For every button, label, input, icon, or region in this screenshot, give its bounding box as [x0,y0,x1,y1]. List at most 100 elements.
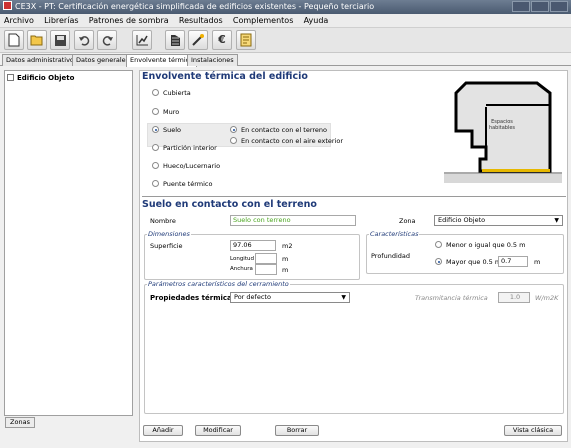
tab-datos-administrativos[interactable]: Datos administrativos [2,54,82,66]
radio-circle [152,126,159,133]
diagram-highlighted-floor [482,169,550,172]
tab-datos-generales[interactable]: Datos generales [72,54,134,66]
menu-complementos[interactable]: Complementos [229,14,297,28]
open-button[interactable] [27,30,47,50]
classic-view-button[interactable]: Vista clásica [504,425,562,436]
title-bar: CE3X - PT: Certificación energética simp… [0,0,571,14]
building-button[interactable] [165,30,185,50]
tree-item-edificio-objeto[interactable]: Edificio Objeto [7,74,74,82]
radio-label: Suelo [163,126,182,134]
toolbar: € [0,28,571,53]
radio-circle [152,89,159,96]
caracteristicas-legend: Características [369,230,420,238]
zonas-button[interactable]: Zonas [5,417,35,428]
radio-label: Muro [163,108,180,116]
radio-puente-termico[interactable]: Puente térmico [152,180,212,188]
save-button[interactable] [50,30,70,50]
menu-ayuda[interactable]: Ayuda [300,14,333,28]
radio-profundidad-mayor[interactable]: Mayor que 0.5 m [435,258,501,266]
redo-icon [102,36,113,46]
transmitancia-label: Transmitancia térmica [415,294,488,302]
anchura-input[interactable] [255,264,277,275]
chevron-down-icon: ▼ [341,294,346,301]
zona-label: Zona [399,217,416,225]
menu-patrones-de-sombra[interactable]: Patrones de sombra [85,14,173,28]
propiedades-select[interactable]: Por defecto ▼ [230,292,350,303]
euro-icon: € [218,33,226,46]
anchura-label: Anchura [230,266,253,272]
longitud-input[interactable] [255,253,277,264]
tool-button[interactable] [188,30,208,50]
transmitancia-unit: W/m2K [535,294,559,302]
minimize-button[interactable] [512,1,530,12]
menu-archivo[interactable]: Archivo [0,14,38,28]
radio-contacto-terreno[interactable]: En contacto con el terreno [230,126,327,134]
radio-circle [435,258,442,265]
radio-circle [152,108,159,115]
building-tree: Edificio Objeto [4,70,133,416]
chart-button[interactable] [132,30,152,50]
propiedades-select-value: Por defecto [234,293,271,301]
maximize-button[interactable] [531,1,549,12]
superficie-unit: m2 [282,242,293,250]
zona-select-value: Edificio Objeto [438,216,486,224]
new-file-icon [8,33,20,47]
menu-bar: Archivo Librerías Patrones de sombra Res… [0,14,571,28]
document-button[interactable] [236,30,256,50]
nombre-input[interactable]: Suelo con terreno [230,215,356,226]
diagram-label-habitables: habitables [489,125,515,131]
radio-profundidad-menor[interactable]: Menor o igual que 0.5 m [435,241,525,249]
radio-label: Partición interior [163,144,217,152]
wand-icon [192,34,204,46]
save-icon [54,35,66,46]
longitud-label: Longitud [230,256,254,262]
superficie-input[interactable]: 97.06 [230,240,276,251]
close-button[interactable] [550,1,568,12]
radio-label: Puente térmico [163,180,213,188]
radio-label: Hueco/Lucernario [163,162,221,170]
parametros-group [144,284,564,414]
radio-circle [230,126,237,133]
chevron-down-icon: ▼ [554,217,559,224]
nombre-label: Nombre [150,217,176,225]
dimensiones-legend: Dimensiones [147,230,191,238]
radio-cubierta[interactable]: Cubierta [152,89,191,97]
radio-muro[interactable]: Muro [152,108,179,116]
menu-resultados[interactable]: Resultados [175,14,227,28]
window-title: CE3X - PT: Certificación energética simp… [15,2,375,11]
menu-librerias[interactable]: Librerías [40,14,82,28]
longitud-unit: m [282,255,289,263]
window-controls [511,1,571,13]
undo-icon [78,36,89,46]
radio-label: Mayor que 0.5 m [446,258,502,266]
radio-contacto-aire-exterior[interactable]: En contacto con el aire exterior [230,137,343,145]
building-node-icon [7,74,14,81]
document-icon [240,33,252,47]
radio-suelo[interactable]: Suelo [152,126,181,134]
radio-circle [152,180,159,187]
profundidad-label: Profundidad [371,252,411,260]
superficie-label: Superficie [150,242,183,250]
modify-button[interactable]: Modificar [195,425,241,436]
radio-label: Menor o igual que 0.5 m [446,241,526,249]
radio-circle [435,241,442,248]
delete-button[interactable]: Borrar [275,425,319,436]
economic-button[interactable]: € [212,30,232,50]
radio-hueco-lucernario[interactable]: Hueco/Lucernario [152,162,220,170]
radio-label: En contacto con el aire exterior [241,137,344,145]
new-button[interactable] [4,30,24,50]
radio-label: En contacto con el terreno [241,126,327,134]
undo-button[interactable] [74,30,94,50]
radio-particion-interior[interactable]: Partición interior [152,144,217,152]
section-divider [142,196,566,197]
zona-select[interactable]: Edificio Objeto ▼ [434,215,563,226]
tree-item-label: Edificio Objeto [17,74,75,82]
building-icon [170,35,180,46]
open-folder-icon [30,35,43,46]
redo-button[interactable] [97,30,117,50]
profundidad-input[interactable]: 0.7 [498,256,528,267]
propiedades-label: Propiedades térmicas [150,294,236,302]
tab-instalaciones[interactable]: Instalaciones [187,54,238,66]
radio-label: Cubierta [163,89,191,97]
add-button[interactable]: Añadir [143,425,183,436]
